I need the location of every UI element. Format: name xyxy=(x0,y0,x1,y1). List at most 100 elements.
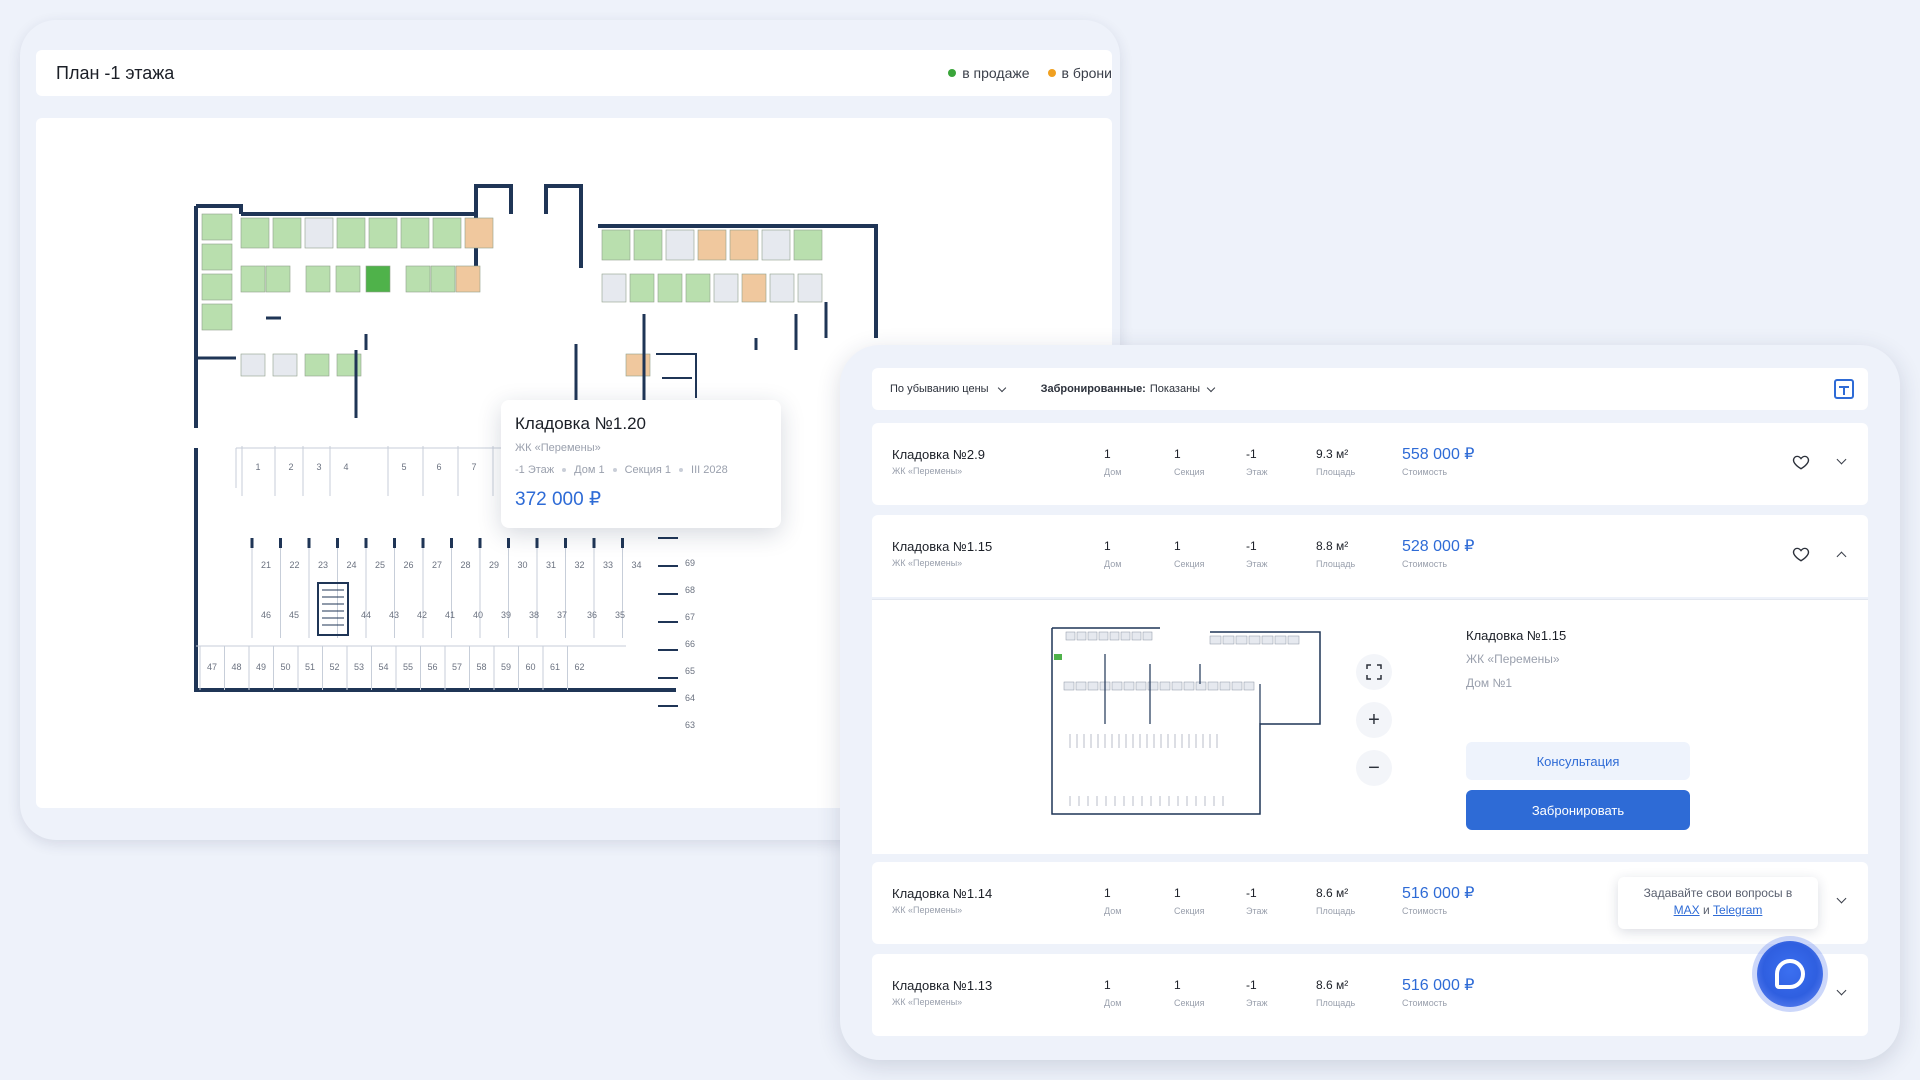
price-value: 558 000 ₽ xyxy=(1402,446,1475,463)
section-value: 1 xyxy=(1174,978,1181,992)
chevron-down-icon[interactable] xyxy=(1836,985,1847,996)
list-item[interactable]: Кладовка №2.9 ЖК «Перемены» 1 Дом 1 Секция… xyxy=(872,423,1868,505)
parking-number: 40 xyxy=(473,610,483,620)
floor-value: -1 xyxy=(1246,978,1257,992)
tooltip-house: Дом 1 xyxy=(574,464,605,476)
item-name: Кладовка №1.15 xyxy=(892,539,993,554)
parking-number: 39 xyxy=(501,610,511,620)
parking-number: 56 xyxy=(427,662,437,672)
expand-icon xyxy=(1366,664,1382,680)
favorite-heart-icon[interactable] xyxy=(1792,545,1810,563)
mini-storage xyxy=(1235,635,1248,645)
orange-dot-icon xyxy=(1047,69,1056,77)
item-house: 1 Дом xyxy=(1104,539,1121,569)
storage-available xyxy=(432,217,462,249)
parking-number: 64 xyxy=(685,693,695,703)
section-value: 1 xyxy=(1174,886,1181,900)
parking-number: 34 xyxy=(631,560,641,570)
storage-available xyxy=(685,273,711,303)
price-label: Стоимость xyxy=(1402,559,1448,569)
parking-number: 53 xyxy=(354,662,364,672)
max-link[interactable]: MAX xyxy=(1674,903,1700,917)
storage-reserved xyxy=(464,217,494,249)
parking-number: 46 xyxy=(261,610,271,620)
parking-number: 60 xyxy=(525,662,535,672)
filter-label: Забронированные: xyxy=(1040,383,1146,395)
item-area: 8.6 м² Площадь xyxy=(1316,978,1355,1008)
storage-reserved xyxy=(741,273,767,303)
chevron-down-icon xyxy=(1206,383,1216,392)
zoom-out-button[interactable]: − xyxy=(1356,750,1392,786)
price-value: 516 000 ₽ xyxy=(1402,977,1475,994)
chevron-down-icon[interactable] xyxy=(1836,893,1847,904)
mini-storage xyxy=(1076,631,1087,641)
telegram-link[interactable]: Telegram xyxy=(1713,903,1762,917)
green-dot-icon xyxy=(948,69,957,77)
parking-number: 4 xyxy=(343,462,348,472)
item-floor: -1 Этаж xyxy=(1246,978,1268,1008)
list-item[interactable]: Кладовка №1.15 ЖК «Перемены» 1 Дом 1 Секци… xyxy=(872,515,1868,597)
legend-available: в продаже xyxy=(948,65,1030,81)
parking-number: 42 xyxy=(417,610,427,620)
plan-view-icon[interactable] xyxy=(1834,379,1854,399)
chevron-down-icon[interactable] xyxy=(1836,454,1847,465)
storage-available xyxy=(657,273,683,303)
section-value: 1 xyxy=(1174,447,1181,461)
area-value: 8.8 м² xyxy=(1316,539,1349,553)
storage-list-card: По убыванию цены Забронированные: Показа… xyxy=(840,345,1900,1060)
storage-available xyxy=(368,217,398,249)
parking-number: 3 xyxy=(316,462,321,472)
consultation-button[interactable]: Консультация xyxy=(1466,742,1690,780)
item-section: 1 Секция xyxy=(1174,886,1205,916)
storage-other xyxy=(304,217,334,249)
parking-number: 35 xyxy=(615,610,625,620)
sort-dropdown[interactable]: По убыванию цены xyxy=(890,383,1006,395)
parking-number: 22 xyxy=(289,560,299,570)
floor-label: Этаж xyxy=(1246,467,1268,477)
area-label: Площадь xyxy=(1316,467,1356,477)
mini-storage xyxy=(1243,681,1255,691)
house-label: Дом xyxy=(1104,906,1122,916)
item-floor: -1 Этаж xyxy=(1246,886,1268,916)
reserved-filter-dropdown[interactable]: Забронированные: Показаны xyxy=(1040,383,1216,395)
zoom-in-button[interactable]: + xyxy=(1356,702,1392,738)
parking-number: 61 xyxy=(550,662,560,672)
item-house: 1 Дом xyxy=(1104,978,1121,1008)
chat-text: Задавайте свои вопросы в xyxy=(1643,886,1793,900)
storage-available xyxy=(304,353,330,377)
item-area: 8.6 м² Площадь xyxy=(1316,886,1355,916)
legend-reserved-label: в брони xyxy=(1061,65,1112,81)
mini-storage xyxy=(1209,635,1222,645)
item-price: 516 000 ₽ Стоимость xyxy=(1402,975,1474,1008)
storage-tooltip: Кладовка №1.20 ЖК «Перемены» -1 Этаж Дом… xyxy=(501,400,781,528)
parking-number: 55 xyxy=(403,662,413,672)
mini-storage xyxy=(1109,631,1120,641)
storage-reserved xyxy=(625,353,651,377)
fullscreen-icon[interactable] xyxy=(1356,654,1392,690)
favorite-heart-icon[interactable] xyxy=(1792,453,1810,471)
item-name: Кладовка №1.13 xyxy=(892,978,993,993)
parking-number: 65 xyxy=(685,666,695,676)
parking-number: 43 xyxy=(389,610,399,620)
house-value: 1 xyxy=(1104,978,1111,992)
parking-number: 26 xyxy=(403,560,413,570)
book-button[interactable]: Забронировать xyxy=(1466,790,1690,830)
item-price: 528 000 ₽ Стоимость xyxy=(1402,536,1474,569)
storage-other xyxy=(601,273,627,303)
chevron-up-icon[interactable] xyxy=(1836,551,1847,562)
section-label: Секция xyxy=(1174,559,1205,569)
mini-storage xyxy=(1207,681,1219,691)
house-value: 1 xyxy=(1104,886,1111,900)
stair-icon xyxy=(317,582,349,636)
chat-button-icon[interactable] xyxy=(1757,941,1823,1007)
floor-label: Этаж xyxy=(1246,906,1268,916)
mini-storage xyxy=(1087,631,1098,641)
parking-number: 6 xyxy=(436,462,441,472)
list-item[interactable]: Кладовка №1.13 ЖК «Перемены» 1 Дом 1 Секци… xyxy=(872,954,1868,1036)
details-house: Дом №1 xyxy=(1466,676,1513,690)
storage-reserved xyxy=(697,229,727,261)
mini-floor-plan[interactable] xyxy=(1050,624,1325,819)
storage-available xyxy=(240,217,270,249)
item-complex: ЖК «Перемены» xyxy=(892,466,963,476)
section-label: Секция xyxy=(1174,467,1205,477)
